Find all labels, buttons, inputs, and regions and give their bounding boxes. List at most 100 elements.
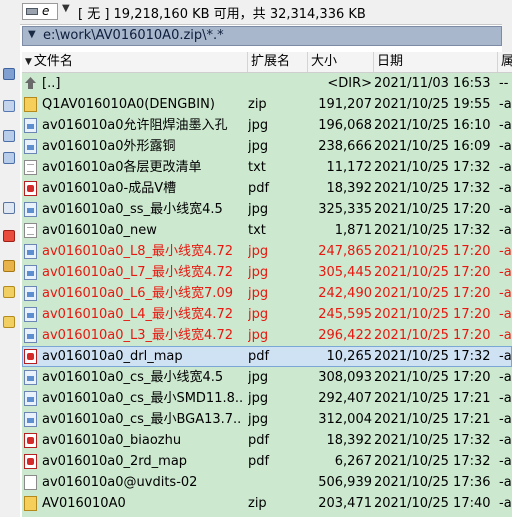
file-name: av016010a0允许阻焊油墨入孔	[42, 118, 228, 133]
file-size: 10,265	[326, 349, 373, 364]
file-row[interactable]: av016010a0_L8_最小线宽4.72 jpg 247,865 2021/10/…	[22, 241, 512, 262]
file-date: 2021/10/25 17:36	[374, 475, 491, 490]
file-row[interactable]: av016010a0_drl_map pdf 10,265 2021/10/25 17…	[22, 346, 512, 367]
file-name: av016010a0-成品V槽	[42, 181, 177, 196]
file-ext: pdf	[248, 433, 270, 448]
file-date: 2021/10/25 17:32	[374, 223, 491, 238]
file-row[interactable]: av016010a0_L3_最小线宽4.72 jpg 296,422 2021/10/…	[22, 325, 512, 346]
file-row[interactable]: av016010a0_cs_最小线宽4.5 jpg 308,093 2021/10/2…	[22, 367, 512, 388]
drive-dropdown-arrow-icon[interactable]: ▼	[62, 3, 70, 14]
file-row[interactable]: av016010a0_cs_最小BGA13.7.. jpg 312,004 2021/…	[22, 409, 512, 430]
file-row[interactable]: av016010a0-成品V槽 pdf 18,392 2021/10/25 17:32…	[22, 178, 512, 199]
file-date: 2021/10/25 16:10	[374, 118, 491, 133]
file-date: 2021/10/25 17:32	[374, 181, 491, 196]
file-date: 2021/10/25 17:21	[374, 412, 491, 427]
file-ext: jpg	[248, 265, 269, 280]
file-row[interactable]: av016010a0_2rd_map pdf 6,267 2021/10/25 17:…	[22, 451, 512, 472]
file-date: 2021/10/25 17:32	[374, 433, 491, 448]
pdf-icon	[24, 181, 37, 196]
copy-icon[interactable]	[3, 130, 15, 142]
file-row[interactable]: av016010a0_L4_最小线宽4.72 jpg 245,595 2021/10/…	[22, 304, 512, 325]
file-attr: -a	[499, 475, 512, 490]
drive-icon	[26, 8, 38, 15]
find-icon[interactable]	[3, 100, 15, 112]
path-bar[interactable]: ▼ e:\work\AV016010A0.zip\*.*	[22, 26, 502, 46]
file-attr: -a	[499, 244, 512, 259]
file-ext: zip	[248, 496, 267, 511]
file-date: 2021/10/25 17:32	[374, 160, 491, 175]
file-row[interactable]: AV016010A0 zip 203,471 2021/10/25 17:40 -a	[22, 493, 512, 514]
file-name: AV016010A0	[42, 496, 126, 511]
file-attr: -a	[499, 97, 512, 112]
column-date[interactable]: 日期	[374, 52, 498, 72]
file-name: av016010a0各层更改清单	[42, 160, 202, 175]
file-row[interactable]: [..] <DIR> 2021/11/03 16:53 --	[22, 73, 512, 94]
new-folder-icon[interactable]	[3, 286, 15, 298]
file-ext	[248, 472, 308, 493]
file-attr: -a	[499, 139, 512, 154]
file-attr: -a	[499, 328, 512, 343]
edit-icon[interactable]	[3, 202, 15, 214]
file-name: av016010a0_L7_最小线宽4.72	[42, 265, 233, 280]
drive-free-space: [ 无 ] 19,218,160 KB 可用，共 32,314,336 KB	[78, 7, 366, 22]
file-name: av016010a0_biaozhu	[42, 433, 182, 448]
file-row[interactable]: av016010a0@uvdits-02 506,939 2021/10/25 17…	[22, 472, 512, 493]
file-date: 2021/11/03 16:53	[374, 76, 491, 91]
zip-icon	[24, 97, 37, 112]
file-attr: -a	[499, 223, 512, 238]
file-size: 308,093	[318, 370, 372, 385]
drive-selector[interactable]: e	[22, 3, 58, 20]
pack-icon[interactable]	[3, 230, 15, 242]
file-row[interactable]: av016010a0_L6_最小线宽7.09 jpg 242,490 2021/10/…	[22, 283, 512, 304]
file-row[interactable]: av016010a0_cs_最小SMD11.8.. jpg 292,407 2021/…	[22, 388, 512, 409]
history-dropdown-icon[interactable]: ▼	[28, 29, 36, 40]
move-icon[interactable]	[3, 152, 15, 164]
jpg-icon	[24, 286, 37, 301]
file-row[interactable]: av016010a0外形露铜 jpg 238,666 2021/10/25 16:09…	[22, 136, 512, 157]
file-row[interactable]: av016010a0各层更改清单 txt 11,172 2021/10/25 17:3…	[22, 157, 512, 178]
view-icon[interactable]	[3, 68, 15, 80]
column-ext-label: 扩展名	[251, 54, 291, 69]
file-size: 196,068	[318, 118, 372, 133]
folder-icon[interactable]	[3, 316, 15, 328]
file-ext: zip	[248, 97, 267, 112]
file-ext: pdf	[248, 181, 270, 196]
unpack-icon[interactable]	[3, 260, 15, 272]
file-attr: -a	[499, 433, 512, 448]
column-name-label: 文件名	[33, 54, 73, 69]
file-attr: -a	[499, 286, 512, 301]
column-size[interactable]: 大小	[308, 52, 374, 72]
file-ext: jpg	[248, 244, 269, 259]
file-size: 292,407	[318, 391, 372, 406]
file-ext: jpg	[248, 328, 269, 343]
pdf-icon	[24, 349, 37, 364]
file-date: 2021/10/25 17:20	[374, 307, 491, 322]
file-row[interactable]: av016010a0_biaozhu pdf 18,392 2021/10/25 17…	[22, 430, 512, 451]
file-list[interactable]: [..] <DIR> 2021/11/03 16:53 -- Q1AV016010A0(…	[22, 73, 512, 517]
jpg-icon	[24, 328, 37, 343]
file-size: 11,172	[326, 160, 373, 175]
jpg-icon	[24, 412, 37, 427]
jpg-icon	[24, 391, 37, 406]
file-attr: -a	[499, 265, 512, 280]
file-ext: pdf	[248, 454, 270, 469]
file-row[interactable]: av016010a0_ss_最小线宽4.5 jpg 325,335 2021/10/2…	[22, 199, 512, 220]
file-size: 1,871	[334, 223, 372, 238]
file-row[interactable]: av016010a0_L7_最小线宽4.72 jpg 305,445 2021/10/…	[22, 262, 512, 283]
file-row[interactable]: Q1AV016010A0(DENGBIN) zip 191,207 2021/10/2…	[22, 94, 512, 115]
file-ext: jpg	[248, 118, 269, 133]
file-attr: -a	[499, 391, 512, 406]
column-date-label: 日期	[377, 54, 404, 69]
file-name: av016010a0_cs_最小SMD11.8..	[42, 391, 244, 406]
file-size: 18,392	[326, 433, 373, 448]
file-row[interactable]: av016010a0_new txt 1,871 2021/10/25 17:32 -a	[22, 220, 512, 241]
file-name: av016010a0_L4_最小线宽4.72	[42, 307, 233, 322]
file-ext: txt	[248, 223, 266, 238]
file-date: 2021/10/25 17:40	[374, 496, 491, 511]
file-row[interactable]: av016010a0允许阻焊油墨入孔 jpg 196,068 2021/10/25 1…	[22, 115, 512, 136]
file-attr: -a	[499, 118, 512, 133]
jpg-icon	[24, 307, 37, 322]
column-ext[interactable]: 扩展名	[248, 52, 308, 72]
column-attr[interactable]: 属	[498, 52, 512, 72]
column-name[interactable]: ▼ 文件名	[22, 52, 248, 72]
